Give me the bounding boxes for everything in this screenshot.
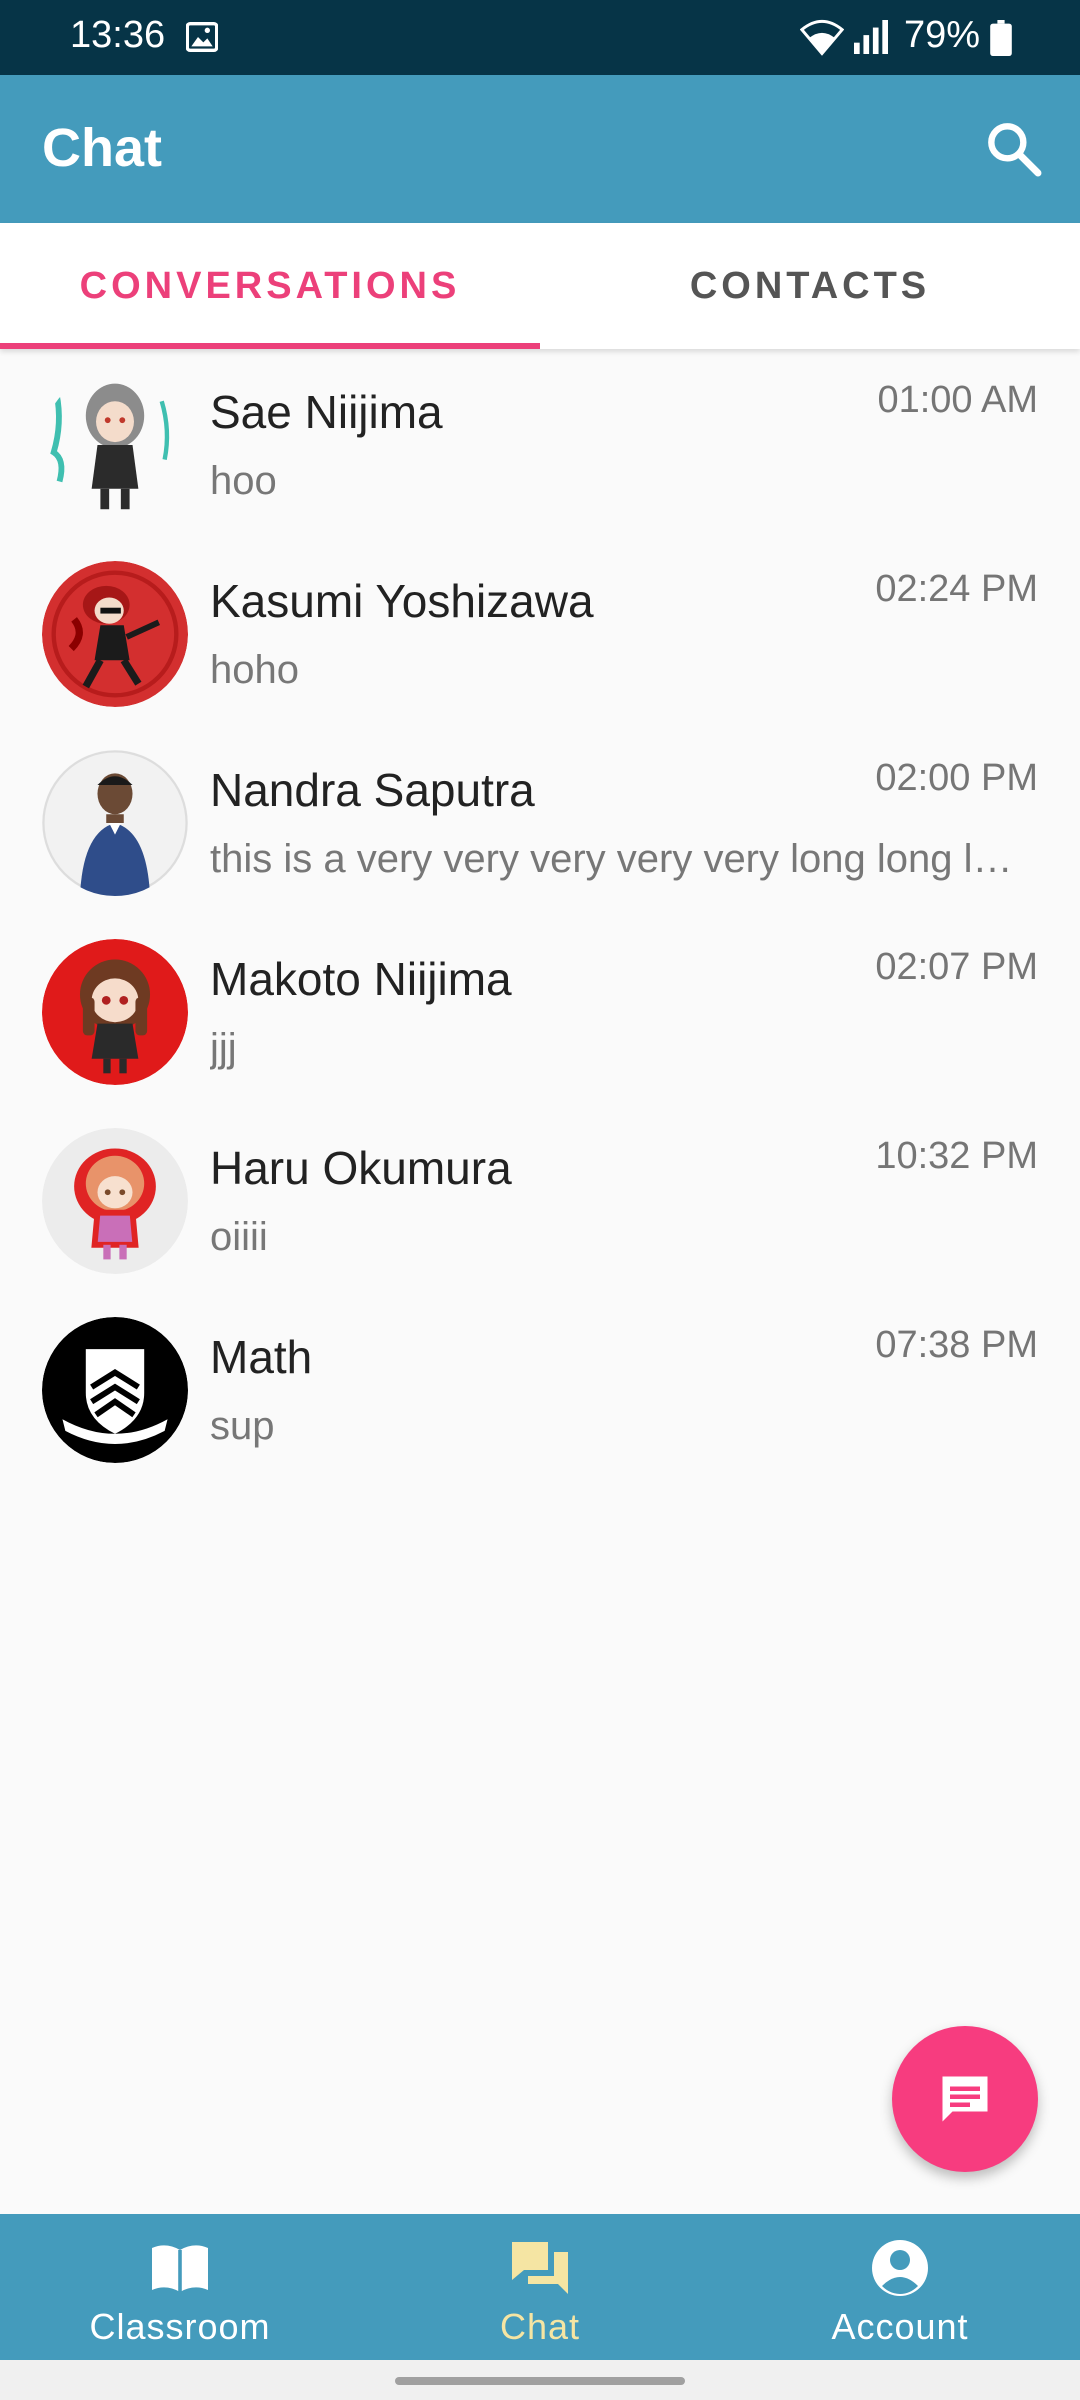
avatar	[42, 561, 188, 707]
conversation-time: 10:32 PM	[875, 1135, 1038, 1177]
conversation-preview: hoho	[210, 648, 299, 692]
conversation-item[interactable]: Haru Okumura oiiii 10:32 PM	[0, 1105, 1080, 1294]
nav-item-classroom[interactable]: Classroom	[0, 2214, 360, 2360]
conversation-item[interactable]: Makoto Niijima jjj 02:07 PM	[0, 916, 1080, 1105]
conversation-time: 02:07 PM	[875, 946, 1038, 988]
conversation-name: Sae Niijima	[210, 386, 443, 438]
message-icon	[942, 2076, 988, 2122]
conversation-time: 07:38 PM	[875, 1324, 1038, 1366]
nav-item-chat[interactable]: Chat	[360, 2214, 720, 2360]
conversation-list: Sae Niijima hoo 01:00 AM Kasumi Yoshizaw…	[0, 349, 1080, 1483]
book-icon	[152, 2245, 208, 2292]
nav-label-account: Account	[831, 2306, 969, 2347]
gesture-handle[interactable]	[395, 2377, 685, 2385]
app-bar: Chat	[0, 75, 1080, 223]
image-icon	[186, 22, 218, 52]
tab-contacts[interactable]: CONTACTS	[540, 223, 1080, 349]
battery-icon	[990, 20, 1012, 56]
conversation-name: Haru Okumura	[210, 1142, 512, 1194]
nav-label-classroom: Classroom	[89, 2306, 271, 2347]
conversation-item[interactable]: Nandra Saputra this is a very very very …	[0, 727, 1080, 916]
conversation-time: 02:00 PM	[875, 757, 1038, 799]
signal-icon	[854, 20, 888, 54]
conversation-preview: this is a very very very very very long …	[210, 837, 1030, 881]
avatar	[42, 1128, 188, 1274]
avatar	[42, 1317, 188, 1463]
conversation-name: Math	[210, 1331, 313, 1383]
conversation-preview: hoo	[210, 459, 277, 503]
conversation-name: Nandra Saputra	[210, 764, 535, 816]
avatar	[42, 750, 188, 896]
avatar	[42, 939, 188, 1085]
tab-conversations[interactable]: CONVERSATIONS	[0, 223, 540, 349]
status-bar: 13:36 79%	[0, 0, 1080, 75]
search-icon[interactable]	[982, 117, 1046, 181]
conversation-item[interactable]: Kasumi Yoshizawa hoho 02:24 PM	[0, 538, 1080, 727]
conversation-name: Kasumi Yoshizawa	[210, 575, 594, 627]
status-time: 13:36	[70, 14, 166, 56]
avatar	[42, 372, 188, 518]
conversation-time: 01:00 AM	[877, 379, 1038, 421]
wifi-icon	[800, 19, 844, 56]
nav-label-chat: Chat	[499, 2306, 581, 2347]
conversation-item[interactable]: Sae Niijima hoo 01:00 AM	[0, 349, 1080, 538]
conversation-preview: sup	[210, 1404, 275, 1448]
conversation-time: 02:24 PM	[875, 568, 1038, 610]
conversation-preview: jjj	[210, 1026, 237, 1070]
forum-icon	[512, 2242, 568, 2294]
account-circle-icon	[872, 2240, 928, 2296]
new-message-button[interactable]	[892, 2026, 1038, 2172]
tab-bar: CONVERSATIONS CONTACTS	[0, 223, 1080, 349]
gesture-area	[0, 2360, 1080, 2400]
battery-percentage: 79%	[904, 14, 981, 56]
page-title: Chat	[42, 118, 162, 178]
conversation-preview: oiiii	[210, 1215, 268, 1259]
conversation-item[interactable]: Math sup 07:38 PM	[0, 1294, 1080, 1483]
conversation-name: Makoto Niijima	[210, 953, 512, 1005]
bottom-navigation: Classroom Chat Account	[0, 2214, 1080, 2360]
nav-item-account[interactable]: Account	[720, 2214, 1080, 2360]
